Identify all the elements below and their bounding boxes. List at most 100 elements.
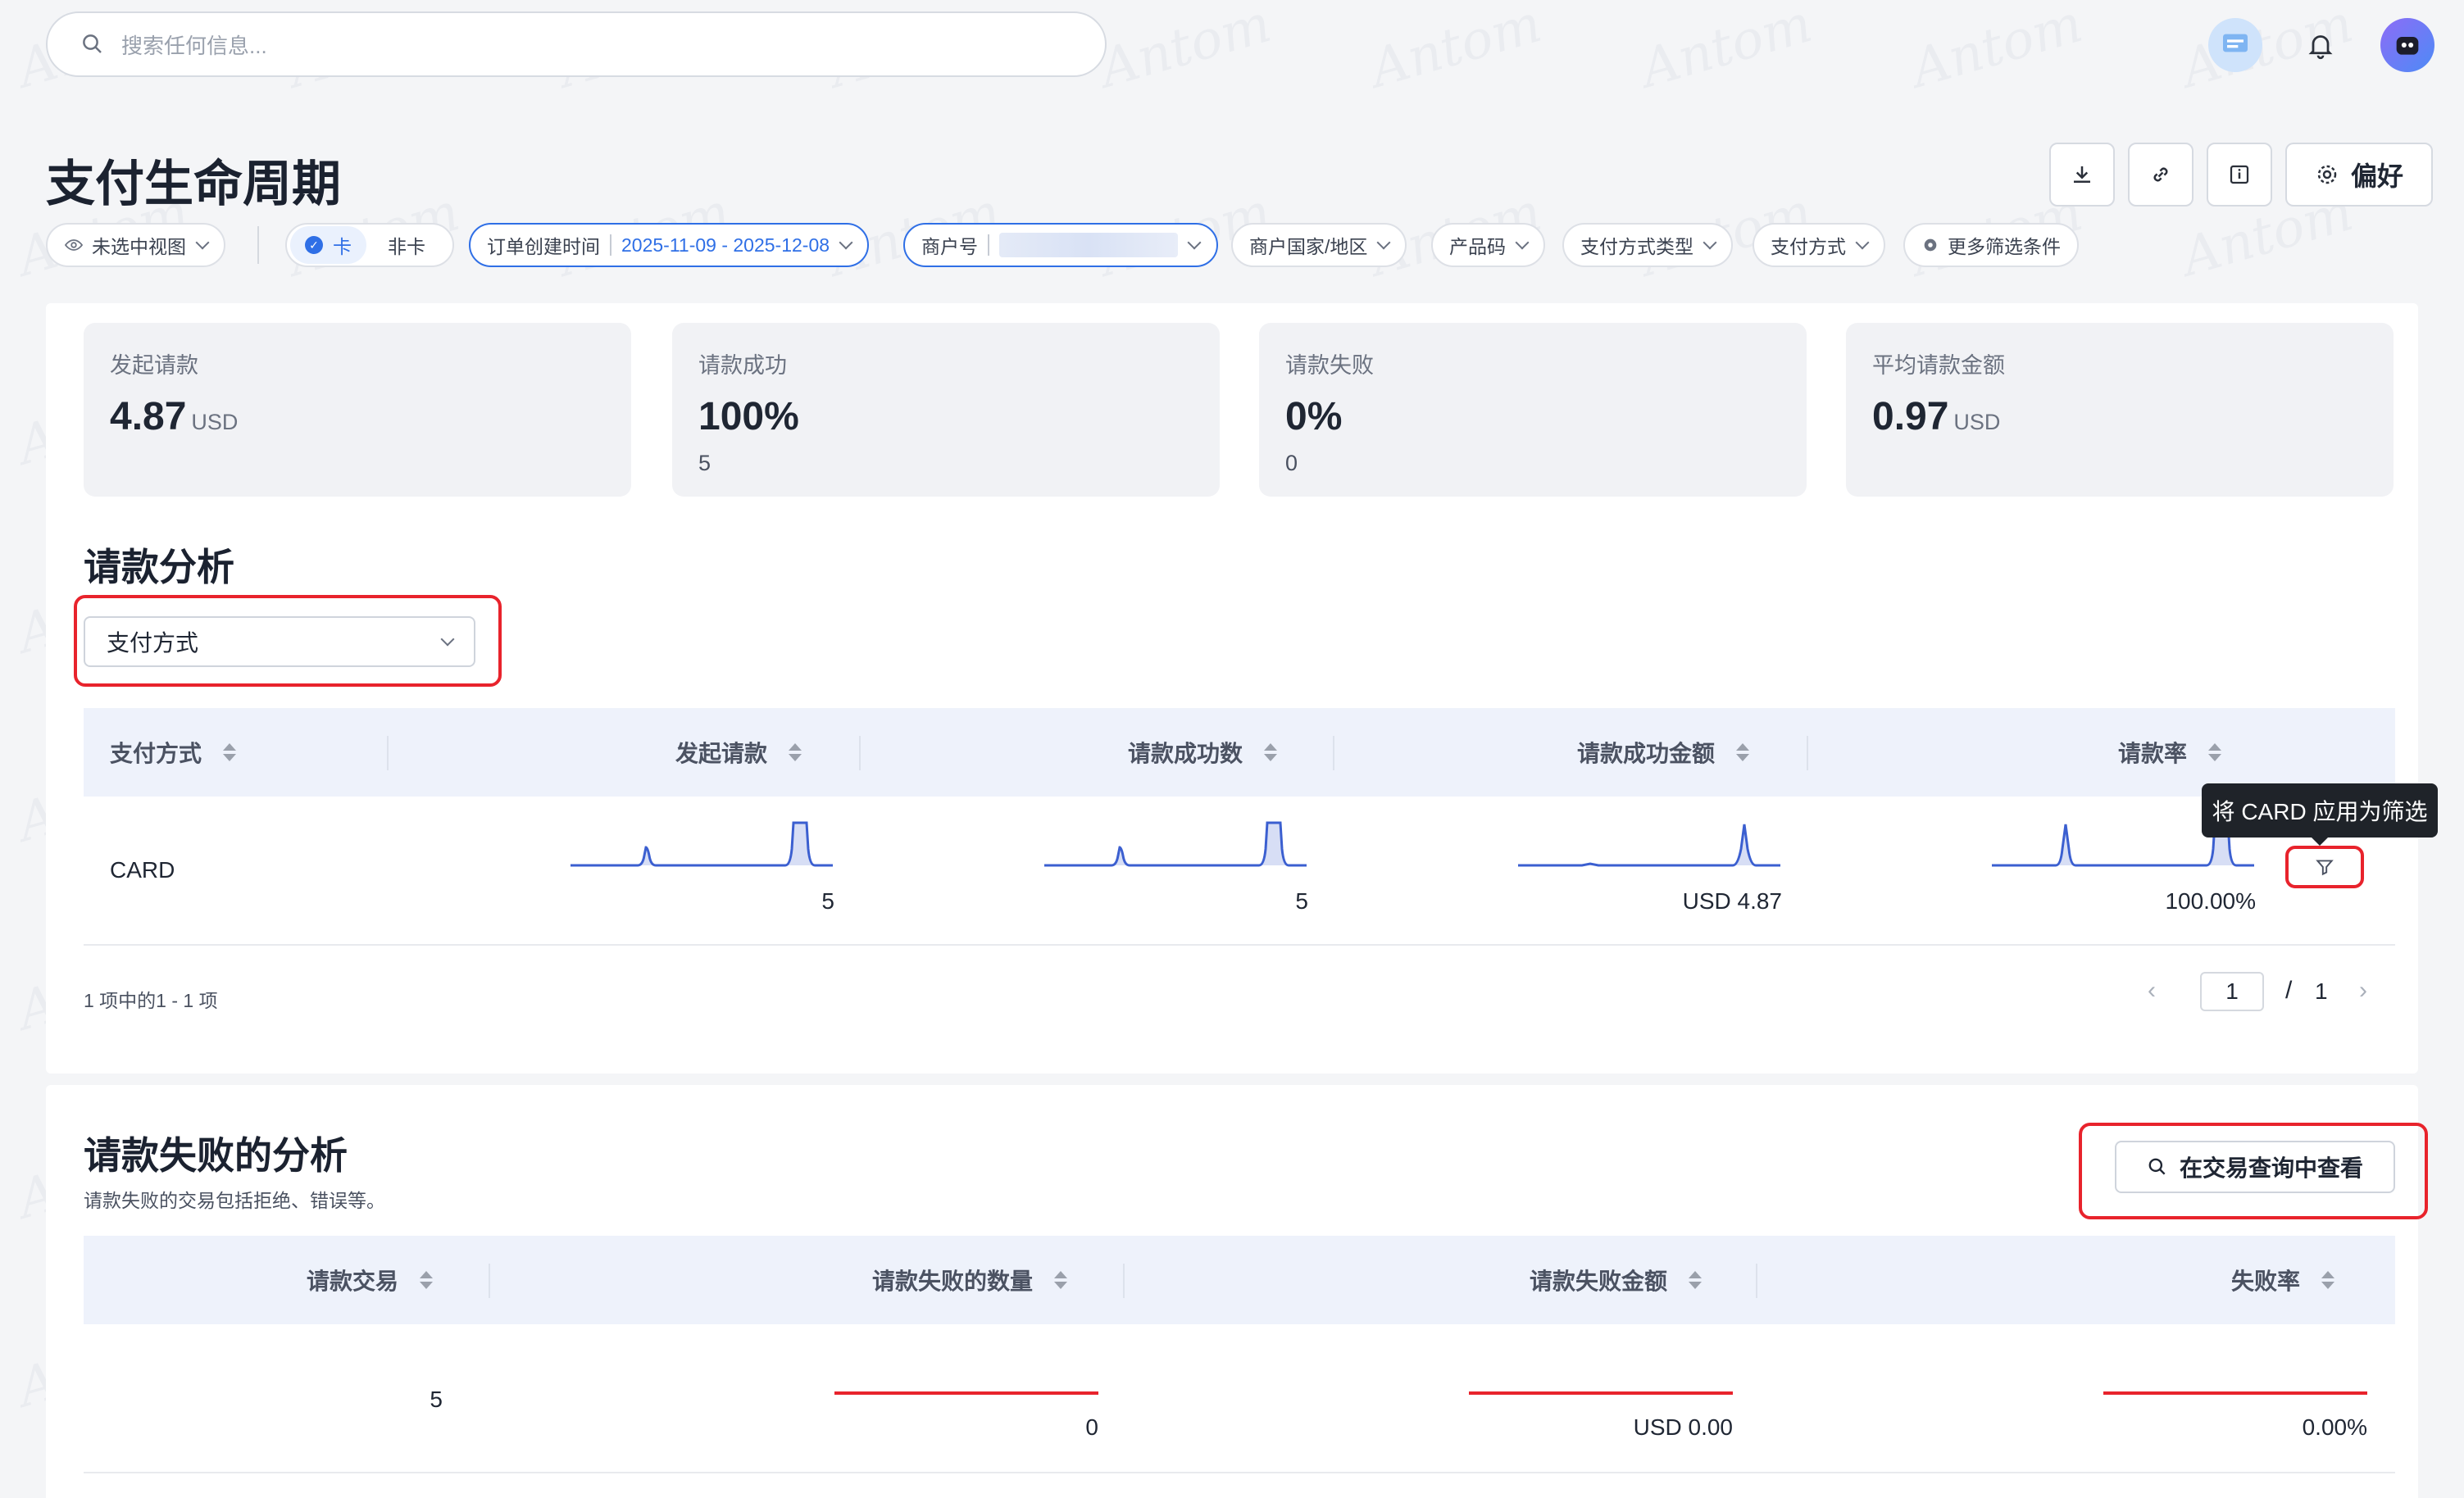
- sort-icon[interactable]: [789, 743, 802, 761]
- column-divider: [1807, 736, 1808, 770]
- column-header-label: 支付方式: [110, 741, 202, 766]
- column-divider: [1333, 736, 1334, 770]
- column-header-label: 请款交易: [307, 1269, 399, 1294]
- cell-success-amount: USD 4.87: [1682, 888, 1782, 914]
- preferences-button[interactable]: 偏好: [2285, 143, 2433, 207]
- tooltip-arrow: [2310, 836, 2330, 846]
- card-type-toggle[interactable]: ✓ 卡 非卡: [285, 223, 454, 267]
- analysis-title: 请款分析: [84, 546, 234, 588]
- page-title: 支付生命周期: [46, 157, 341, 211]
- toggle-card[interactable]: ✓ 卡: [290, 226, 366, 264]
- kpi-count: 5: [698, 451, 711, 475]
- next-page-icon[interactable]: ›: [2359, 977, 2367, 1005]
- search-icon: [83, 34, 102, 53]
- column-header[interactable]: 请款成功数: [1128, 708, 1278, 797]
- search-input[interactable]: 搜索任何信息...: [121, 30, 267, 60]
- eye-icon: [64, 239, 84, 251]
- column-header-label: 请款失败金额: [1530, 1269, 1668, 1294]
- chevron-down-icon: [195, 235, 210, 250]
- date-filter-label: 订单创建时间: [487, 236, 600, 257]
- payment-method-type-filter-label: 支付方式类型: [1580, 236, 1693, 257]
- payment-method-filter[interactable]: 支付方式: [1753, 223, 1885, 267]
- watermark-text: Antom: [1634, 0, 1819, 100]
- kpi-card-average: 平均请款金额 0.97 USD: [1846, 323, 2394, 497]
- column-header[interactable]: 请款失败金额: [1530, 1236, 1703, 1324]
- column-divider: [1756, 1264, 1757, 1298]
- country-filter[interactable]: 商户国家/地区: [1231, 223, 1407, 267]
- chevron-down-icon: [839, 235, 853, 250]
- kpi-label: 请款失败: [1285, 353, 1374, 378]
- kpi-value: 0%: [1285, 395, 1343, 438]
- dimension-select[interactable]: 支付方式: [84, 616, 475, 667]
- kpi-card-initiated: 发起请款 4.87 USD: [84, 323, 631, 497]
- global-search[interactable]: 搜索任何信息...: [46, 11, 1107, 77]
- prev-page-icon[interactable]: ‹: [2148, 977, 2156, 1005]
- kpi-value: 0.97 USD: [1872, 394, 2367, 439]
- download-button[interactable]: [2049, 143, 2115, 207]
- avatar[interactable]: [2380, 18, 2434, 72]
- view-selector[interactable]: 未选中视图: [46, 223, 225, 267]
- merchant-filter[interactable]: 商户号: [903, 223, 1218, 267]
- page-total: 1: [2315, 978, 2328, 1004]
- more-filters-button[interactable]: 更多筛选条件: [1903, 223, 2079, 267]
- kpi-number: 4.87: [110, 395, 187, 438]
- chevron-down-icon: [1855, 235, 1870, 250]
- divider: [257, 226, 259, 264]
- kpi-label: 平均请款金额: [1872, 353, 2005, 378]
- cell-fail-rate: 0.00%: [2302, 1414, 2367, 1440]
- failure-subtitle: 请款失败的交易包括拒绝、错误等。: [84, 1190, 385, 1211]
- sort-icon[interactable]: [1264, 743, 1278, 761]
- merchant-filter-label: 商户号: [921, 236, 978, 257]
- payment-method-filter-label: 支付方式: [1771, 236, 1846, 257]
- apply-filter-button[interactable]: [2285, 846, 2364, 888]
- cell-initiated: 5: [821, 888, 834, 914]
- sort-icon[interactable]: [1054, 1271, 1068, 1289]
- toggle-non-card[interactable]: 非卡: [366, 231, 447, 259]
- search-icon: [2148, 1158, 2166, 1175]
- page-input[interactable]: 1: [2200, 972, 2264, 1011]
- column-header-label: 请款成功金额: [1577, 741, 1716, 766]
- kpi-label: 发起请款: [110, 353, 198, 378]
- chevron-down-icon: [1515, 235, 1530, 250]
- column-header-label: 请款成功数: [1128, 741, 1243, 766]
- check-icon: ✓: [305, 236, 323, 254]
- column-header[interactable]: 支付方式: [110, 708, 237, 797]
- product-filter-label: 产品码: [1449, 236, 1506, 257]
- cell-rate: 100.00%: [2165, 888, 2256, 914]
- column-header[interactable]: 失败率: [2231, 1236, 2335, 1324]
- share-link-button[interactable]: [2128, 143, 2194, 207]
- bell-icon[interactable]: [2294, 18, 2348, 72]
- column-header-label: 失败率: [2231, 1269, 2301, 1294]
- column-header[interactable]: 发起请款: [675, 708, 802, 797]
- analysis-table-header: 支付方式 发起请款 请款成功数 请款成功金额 请款率: [84, 708, 2395, 797]
- payment-method-type-filter[interactable]: 支付方式类型: [1562, 223, 1733, 267]
- preferences-label: 偏好: [2350, 161, 2403, 191]
- sparkline-fail-amount: [1469, 1391, 1733, 1395]
- sort-icon[interactable]: [420, 1271, 434, 1289]
- sort-icon[interactable]: [1736, 743, 1750, 761]
- info-button[interactable]: [2207, 143, 2272, 207]
- download-icon: [2074, 166, 2090, 183]
- product-filter[interactable]: 产品码: [1431, 223, 1545, 267]
- sparkline-fail-rate: [2103, 1391, 2367, 1395]
- sort-icon[interactable]: [1689, 1271, 1703, 1289]
- pagination-range: 1 项中的1 - 1 项: [84, 990, 218, 1011]
- sort-icon[interactable]: [223, 743, 237, 761]
- chevron-down-icon: [440, 632, 455, 647]
- chevron-down-icon: [1187, 235, 1202, 250]
- kpi-unit: USD: [1953, 410, 2001, 434]
- sparkline-success-count: [1044, 821, 1307, 867]
- failure-table-header: 请款交易 请款失败的数量 请款失败金额 失败率: [84, 1236, 2395, 1324]
- column-header[interactable]: 请款失败的数量: [872, 1236, 1068, 1324]
- date-filter[interactable]: 订单创建时间 2025-11-09 - 2025-12-08: [469, 223, 870, 267]
- sort-icon[interactable]: [2208, 743, 2222, 761]
- sort-icon[interactable]: [2321, 1271, 2335, 1289]
- column-header[interactable]: 请款交易: [307, 1236, 434, 1324]
- view-in-transactions-button[interactable]: 在交易查询中查看: [2115, 1141, 2395, 1193]
- watermark-text: Antom: [1093, 0, 1278, 100]
- kpi-count: 0: [1285, 451, 1298, 475]
- separator: [610, 234, 611, 256]
- column-header[interactable]: 请款成功金额: [1577, 708, 1750, 797]
- watermark-text: Antom: [1904, 0, 2089, 100]
- feedback-icon[interactable]: [2208, 18, 2262, 72]
